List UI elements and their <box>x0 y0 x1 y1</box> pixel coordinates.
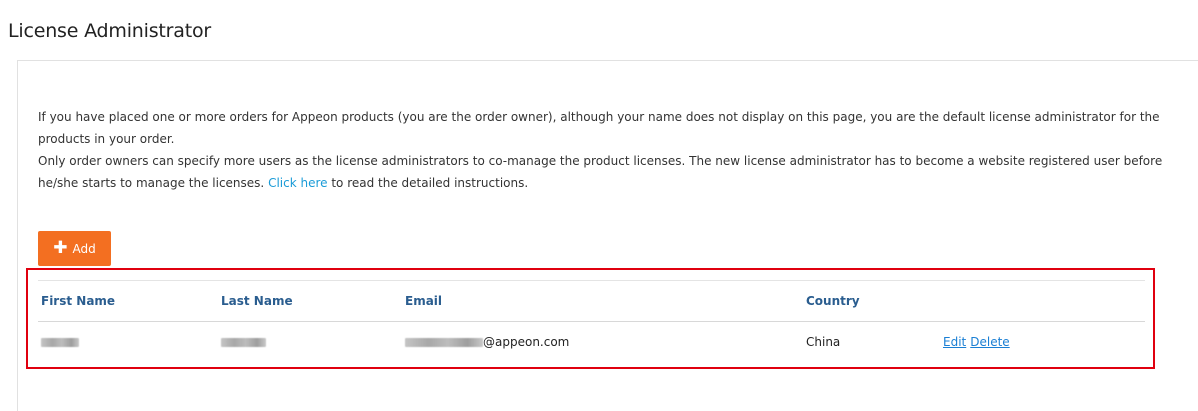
instructions-link[interactable]: Click here <box>268 176 327 190</box>
column-header-country: Country <box>803 280 940 322</box>
delete-link[interactable]: Delete <box>970 335 1009 349</box>
column-header-first-name: First Name <box>38 280 218 322</box>
table-header-row: First Name Last Name Email Country <box>38 280 1145 322</box>
cell-country: China <box>806 335 841 349</box>
email-domain: @appeon.com <box>483 335 570 349</box>
redacted-first-name <box>41 338 79 347</box>
cell-email: @appeon.com <box>402 322 803 363</box>
redacted-email-user <box>405 338 483 347</box>
column-header-last-name: Last Name <box>218 280 402 322</box>
administrators-table: First Name Last Name Email Country @appe… <box>38 280 1145 362</box>
cell-first-name <box>38 322 218 363</box>
cell-last-name <box>218 322 402 363</box>
add-button-label: Add <box>72 241 96 256</box>
column-header-email: Email <box>402 280 803 322</box>
intro-paragraph-2: Only order owners can specify more users… <box>38 150 1188 194</box>
intro-text: If you have placed one or more orders fo… <box>38 106 1188 194</box>
intro-text-after-link: to read the detailed instructions. <box>327 176 529 190</box>
redacted-last-name <box>221 338 266 347</box>
column-header-actions <box>940 280 1145 322</box>
administrators-table-wrap: First Name Last Name Email Country @appe… <box>38 280 1145 362</box>
intro-text-before-link: Only order owners can specify more users… <box>38 154 1163 190</box>
edit-link[interactable]: Edit <box>943 335 966 349</box>
cell-actions: Edit Delete <box>940 322 1145 363</box>
table-row: @appeon.com China Edit Delete <box>38 322 1145 363</box>
page-title: License Administrator <box>8 20 211 42</box>
add-button[interactable]: ✚ Add <box>38 231 111 266</box>
plus-icon: ✚ <box>53 238 68 258</box>
intro-paragraph-1: If you have placed one or more orders fo… <box>38 110 1160 146</box>
